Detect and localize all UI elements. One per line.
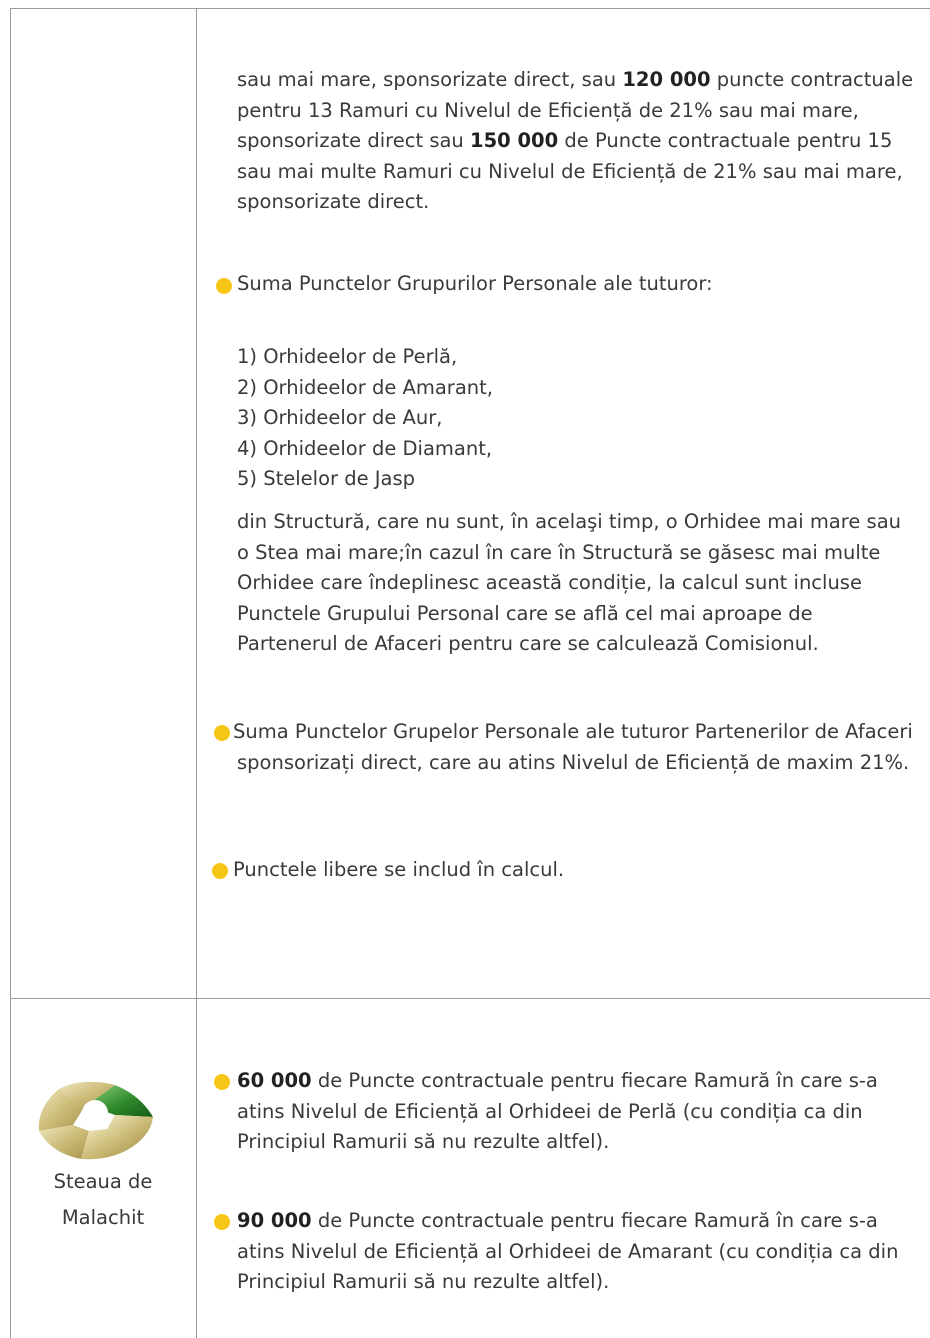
bullet-dot-icon — [214, 1214, 230, 1230]
rank-name-line-2: Malachit — [61, 1206, 145, 1229]
orchid-list: 1) Orhideelor de Perlă, 2) Orhideelor de… — [237, 342, 917, 495]
rank-requirement-1-value: 60 000 — [237, 1069, 312, 1092]
continuation-value-150000: 150 000 — [470, 129, 559, 152]
list-item: 2) Orhideelor de Amarant, — [237, 375, 493, 399]
bullet-dot-icon — [212, 863, 228, 879]
rank-requirement-2-value: 90 000 — [237, 1209, 312, 1232]
table-row-divider — [10, 998, 930, 999]
points-sum-condition: din Structură, care nu sunt, în acelaşi … — [237, 510, 902, 655]
bullet-dot-icon — [214, 1074, 230, 1090]
bullet-dot-icon — [216, 278, 232, 294]
table-column-divider — [196, 8, 197, 1338]
partners-points-text: Suma Punctelor Grupelor Personale ale tu… — [233, 720, 913, 774]
malachite-star-logo — [38, 1081, 153, 1160]
rank-requirement-2-text: de Puncte contractuale pentru fiecare Ra… — [237, 1209, 899, 1293]
continuation-paragraph: sau mai mare, sponsorizate direct, sau 1… — [237, 65, 917, 218]
continuation-text-1: sau mai mare, sponsorizate direct, sau — [237, 68, 623, 91]
list-item: 3) Orhideelor de Aur, — [237, 406, 443, 429]
rank-requirement-1-text: de Puncte contractuale pentru fiecare Ra… — [237, 1069, 878, 1153]
partners-points-paragraph: Suma Punctelor Grupelor Personale ale tu… — [233, 717, 917, 778]
rank-requirement-2: 90 000 de Puncte contractuale pentru fie… — [237, 1206, 917, 1298]
rank-requirement-1: 60 000 de Puncte contractuale pentru fie… — [237, 1066, 917, 1158]
free-points-paragraph: Punctele libere se includ în calcul. — [233, 858, 565, 881]
rank-name-line-1: Steaua de — [53, 1170, 153, 1193]
table-left-border — [10, 8, 11, 1338]
list-item: 4) Orhideelor de Diamant, — [237, 436, 493, 460]
points-sum-heading: Suma Punctelor Grupurilor Personale ale … — [237, 272, 713, 295]
bullet-dot-icon — [214, 725, 230, 741]
continuation-value-120000: 120 000 — [622, 68, 711, 91]
list-item: 5) Stelelor de Jasp — [237, 467, 416, 490]
table-top-border — [10, 8, 930, 9]
list-item: 1) Orhideelor de Perlă, — [237, 345, 458, 368]
